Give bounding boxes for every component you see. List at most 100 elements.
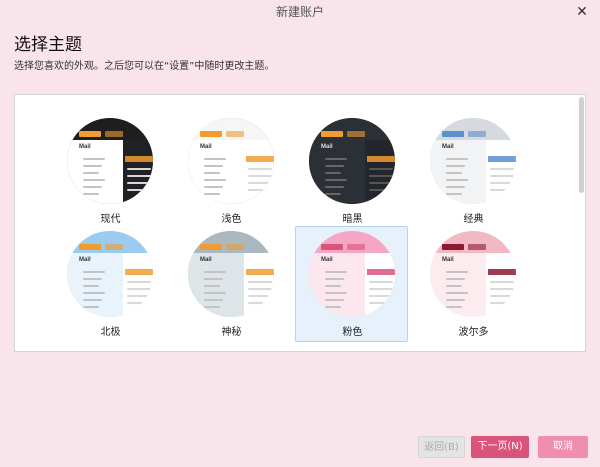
cancel-button[interactable]: 取消 bbox=[538, 436, 588, 458]
window-title: 新建账户 bbox=[275, 5, 324, 19]
preview-line bbox=[369, 182, 393, 184]
preview-line bbox=[490, 302, 514, 304]
preview-line bbox=[248, 168, 272, 170]
preview-accent bbox=[468, 244, 486, 250]
theme-preview: Mail bbox=[67, 231, 153, 317]
preview-line bbox=[83, 193, 99, 195]
preview-line bbox=[490, 295, 514, 297]
preview-list bbox=[244, 253, 274, 317]
preview-line bbox=[369, 189, 393, 191]
preview-selection bbox=[125, 269, 153, 275]
theme-option[interactable]: Mail 浅色 bbox=[174, 113, 287, 229]
preview-line bbox=[204, 172, 220, 174]
theme-option[interactable]: Mail 神秘 bbox=[174, 226, 287, 342]
theme-option[interactable]: Mail 暗黑 bbox=[295, 113, 408, 229]
preview-accent bbox=[226, 244, 244, 250]
theme-preview: Mail bbox=[188, 231, 274, 317]
preview-list bbox=[244, 140, 274, 204]
preview-line bbox=[325, 186, 344, 188]
preview-accent bbox=[200, 244, 222, 250]
scrollbar[interactable] bbox=[579, 97, 584, 193]
preview-line bbox=[83, 285, 99, 287]
preview-line bbox=[204, 285, 220, 287]
preview-line bbox=[204, 186, 223, 188]
preview-line bbox=[204, 299, 223, 301]
preview-selection bbox=[488, 269, 516, 275]
preview-line bbox=[490, 281, 514, 283]
preview-list bbox=[365, 253, 395, 317]
preview-line bbox=[446, 306, 462, 308]
preview-line bbox=[325, 306, 341, 308]
preview-line bbox=[369, 168, 393, 170]
preview-line bbox=[127, 182, 151, 184]
preview-selection bbox=[125, 156, 153, 162]
preview-line bbox=[248, 182, 272, 184]
preview-line bbox=[446, 165, 465, 167]
theme-preview: Mail bbox=[67, 118, 153, 204]
preview-line bbox=[248, 302, 272, 304]
preview-accent bbox=[347, 131, 365, 137]
next-button[interactable]: 下一页(N) bbox=[471, 436, 529, 458]
preview-line bbox=[446, 285, 462, 287]
preview-line bbox=[325, 278, 344, 280]
theme-preview: Mail bbox=[309, 231, 395, 317]
preview-line bbox=[490, 175, 514, 177]
preview-line bbox=[127, 295, 151, 297]
theme-preview: Mail bbox=[309, 118, 395, 204]
back-button[interactable]: 返回(B) bbox=[418, 436, 465, 458]
preview-list bbox=[123, 253, 153, 317]
preview-line bbox=[446, 158, 468, 160]
theme-option[interactable]: Mail 粉色 bbox=[295, 226, 408, 342]
preview-line bbox=[83, 172, 99, 174]
preview-line bbox=[204, 158, 226, 160]
preview-line bbox=[204, 165, 223, 167]
preview-app-label: Mail bbox=[442, 144, 454, 150]
preview-list bbox=[486, 253, 516, 317]
preview-line bbox=[325, 158, 347, 160]
preview-line bbox=[204, 193, 220, 195]
preview-line bbox=[204, 271, 226, 273]
theme-option[interactable]: Mail 波尔多 bbox=[416, 226, 529, 342]
preview-line bbox=[325, 165, 344, 167]
theme-grid: Mail 现代 Mail 浅色 Mail 暗黑 Mail 经典 Mail 北极 Mail 神秘 Mail… bbox=[15, 95, 580, 351]
preview-line bbox=[127, 281, 151, 283]
theme-label: 经典 bbox=[463, 214, 484, 225]
preview-app-label: Mail bbox=[200, 144, 212, 150]
preview-selection bbox=[246, 156, 274, 162]
preview-line bbox=[204, 306, 220, 308]
preview-line bbox=[83, 299, 102, 301]
preview-line bbox=[369, 175, 393, 177]
preview-line bbox=[83, 271, 105, 273]
preview-app-label: Mail bbox=[79, 257, 91, 263]
theme-option[interactable]: Mail 北极 bbox=[53, 226, 166, 342]
theme-label: 神秘 bbox=[221, 327, 242, 338]
preview-app-label: Mail bbox=[442, 257, 454, 263]
preview-line bbox=[369, 295, 393, 297]
preview-line bbox=[83, 179, 105, 181]
preview-app-label: Mail bbox=[321, 144, 333, 150]
preview-accent bbox=[79, 131, 101, 137]
theme-label: 现代 bbox=[100, 214, 121, 225]
theme-label: 浅色 bbox=[221, 214, 242, 225]
preview-line bbox=[83, 158, 105, 160]
preview-selection bbox=[246, 269, 274, 275]
preview-line bbox=[127, 302, 151, 304]
preview-line bbox=[490, 189, 514, 191]
preview-line bbox=[325, 271, 347, 273]
preview-accent bbox=[105, 131, 123, 137]
preview-accent bbox=[468, 131, 486, 137]
preview-line bbox=[446, 193, 462, 195]
theme-option[interactable]: Mail 经典 bbox=[416, 113, 529, 229]
preview-line bbox=[325, 285, 341, 287]
preview-line bbox=[127, 189, 151, 191]
close-icon[interactable]: ✕ bbox=[573, 3, 591, 21]
preview-accent bbox=[321, 131, 343, 137]
preview-line bbox=[369, 288, 393, 290]
preview-line bbox=[446, 186, 465, 188]
preview-line bbox=[83, 278, 102, 280]
preview-line bbox=[83, 292, 105, 294]
preview-app-label: Mail bbox=[79, 144, 91, 150]
preview-line bbox=[325, 193, 341, 195]
theme-option[interactable]: Mail 现代 bbox=[53, 113, 166, 229]
theme-preview: Mail bbox=[188, 118, 274, 204]
